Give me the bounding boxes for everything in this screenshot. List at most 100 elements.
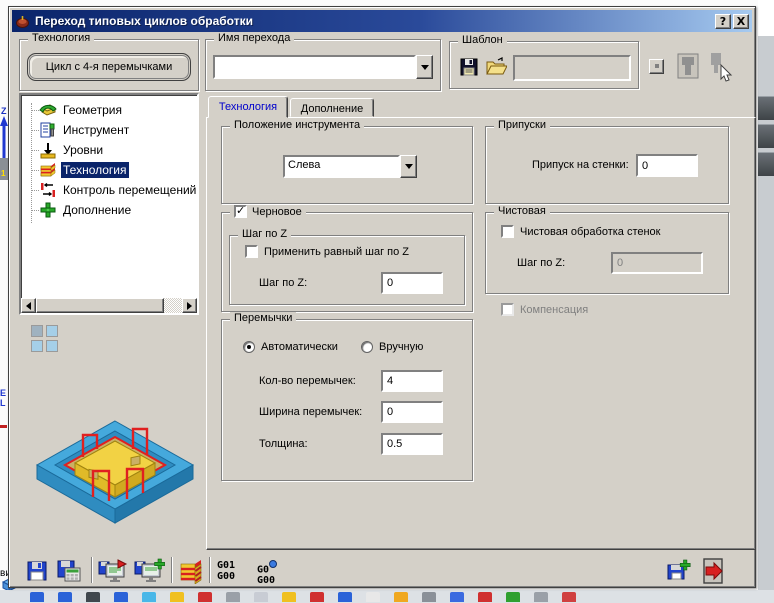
save-button[interactable]: [23, 557, 51, 585]
background-right-strip: [758, 0, 774, 603]
transition-name-value[interactable]: [213, 55, 416, 79]
finish-zstep-input[interactable]: [611, 252, 703, 274]
equal-zstep-checkbox[interactable]: [245, 245, 258, 258]
tool-position-combobox[interactable]: Слева: [283, 155, 417, 178]
small-dot-button[interactable]: [649, 59, 664, 74]
toolbar-separator: [209, 557, 211, 583]
transition-name-label: Имя перехода: [214, 32, 295, 44]
rough-zstep-input[interactable]: [381, 272, 443, 294]
taskbar-icon-fragment: [282, 592, 296, 602]
bridges-width-label: Ширина перемычек:: [259, 406, 363, 418]
gcode-rapid-button[interactable]: G0 G00: [257, 560, 278, 586]
scrollbar-thumb[interactable]: [36, 298, 164, 313]
wall-finishing-checkbox[interactable]: [501, 225, 514, 238]
tree-item-label[interactable]: Дополнение: [61, 202, 133, 218]
tree-item-label[interactable]: Инструмент: [61, 122, 131, 138]
svg-text:Z: Z: [1, 106, 7, 116]
save-new-button[interactable]: [665, 557, 693, 585]
bridges-thickness-input[interactable]: [381, 433, 443, 455]
scrollbar-track[interactable]: [36, 298, 182, 313]
levels-icon: [40, 143, 56, 159]
motion-control-icon: [41, 182, 55, 197]
save-calc-button[interactable]: [55, 557, 83, 585]
tree-horizontal-scrollbar[interactable]: [21, 298, 197, 313]
taskbar-icon-fragment: [450, 592, 464, 602]
bridges-auto-radio[interactable]: [243, 341, 255, 353]
save-new-icon: [667, 559, 691, 580]
gcode-top: G0: [257, 564, 270, 576]
template-name-field[interactable]: [513, 55, 631, 81]
background-bar: [758, 124, 774, 148]
svg-text:1: 1: [1, 169, 6, 178]
template-open-icon[interactable]: [485, 57, 507, 77]
tool-position-value[interactable]: Слева: [283, 155, 400, 178]
taskbar-icon-fragment: [226, 592, 240, 602]
cycle-type-button[interactable]: Цикл с 4-я перемычками: [27, 53, 191, 81]
gcode-linear-button[interactable]: G01 G00: [217, 560, 235, 582]
taskbar-icon-fragment: [142, 592, 156, 602]
toolbar-separator: [91, 557, 93, 583]
tree-item-label[interactable]: Уровни: [61, 142, 105, 158]
tree-item-technology[interactable]: Технология: [21, 160, 197, 180]
wall-allowance-input[interactable]: [636, 154, 698, 177]
scroll-left-button[interactable]: [21, 298, 36, 313]
rough-zstep-label: Шаг по Z:: [259, 277, 308, 289]
layers-button[interactable]: [177, 557, 205, 585]
tab-addition[interactable]: Дополнение: [290, 98, 374, 117]
background-bar: [758, 152, 774, 176]
bridges-auto-label: Автоматически: [261, 341, 338, 353]
background-toolbar-strip: [0, 590, 774, 603]
help-button[interactable]: ?: [715, 13, 731, 29]
square-icon: [46, 325, 58, 337]
pick-tool-icon-disabled[interactable]: [707, 51, 735, 83]
taskbar-icon-fragment: [338, 592, 352, 602]
template-save-icon[interactable]: [459, 57, 479, 77]
tree-item-motion-control[interactable]: Контроль перемещений: [21, 180, 197, 200]
add-program-button[interactable]: [133, 557, 167, 585]
export-program-button[interactable]: [97, 557, 131, 585]
tab-technology[interactable]: Технология: [208, 96, 288, 118]
tree-item-geometry[interactable]: Геометрия: [21, 100, 197, 120]
close-button[interactable]: X: [733, 13, 749, 29]
tool-holder-icon-disabled[interactable]: [675, 51, 701, 81]
tab-label: Технология: [218, 101, 278, 113]
square-icon: [46, 340, 58, 352]
exit-button[interactable]: [699, 557, 727, 585]
compensation-checkbox[interactable]: [501, 303, 514, 316]
finishing-label: Чистовая: [494, 205, 550, 217]
taskbar-icon-fragment: [478, 592, 492, 602]
transition-name-dropdown-button[interactable]: [416, 55, 433, 79]
tree-item-addition[interactable]: Дополнение: [21, 200, 197, 220]
bridges-manual-radio[interactable]: [361, 341, 373, 353]
taskbar-icon-fragment: [562, 592, 576, 602]
chevron-down-icon: [404, 164, 413, 169]
finish-zstep-label: Шаг по Z:: [517, 257, 566, 269]
tree-item-tool[interactable]: Инструмент: [21, 120, 197, 140]
info-icon: [269, 560, 278, 568]
bridges-width-input[interactable]: [381, 401, 443, 423]
cycle-preview-image: [35, 420, 195, 524]
square-icon: [31, 340, 43, 352]
bridges-count-input[interactable]: [381, 370, 443, 392]
wall-finishing-row: Чистовая обработка стенок: [501, 225, 661, 238]
tool-icon: [40, 122, 55, 138]
taskbar-icon-fragment: [58, 592, 72, 602]
export-program-icon: [98, 559, 128, 582]
bridges-thickness-label: Толщина:: [259, 438, 308, 450]
tree-item-label[interactable]: Технология: [61, 162, 129, 178]
equal-zstep-label: Применить равный шаг по Z: [264, 245, 410, 258]
equal-zstep-row: Применить равный шаг по Z: [245, 245, 409, 258]
tool-position-dropdown-button[interactable]: [400, 155, 417, 178]
taskbar-icon-fragment: [30, 592, 44, 602]
tree-item-levels[interactable]: Уровни: [21, 140, 197, 160]
tab-label: Дополнение: [300, 103, 364, 115]
tree-item-label[interactable]: Геометрия: [61, 102, 124, 118]
taskbar-icon-fragment: [198, 592, 212, 602]
roughing-checkbox[interactable]: [234, 204, 247, 218]
transition-name-combobox[interactable]: [213, 55, 433, 79]
scroll-right-button[interactable]: [182, 298, 197, 313]
tree-item-label[interactable]: Контроль перемещений: [61, 182, 198, 198]
bridges-auto-row: Автоматически: [243, 341, 338, 353]
layers-icon: [180, 560, 202, 584]
title-bar[interactable]: Переход типовых циклов обработки ? X: [12, 10, 752, 32]
